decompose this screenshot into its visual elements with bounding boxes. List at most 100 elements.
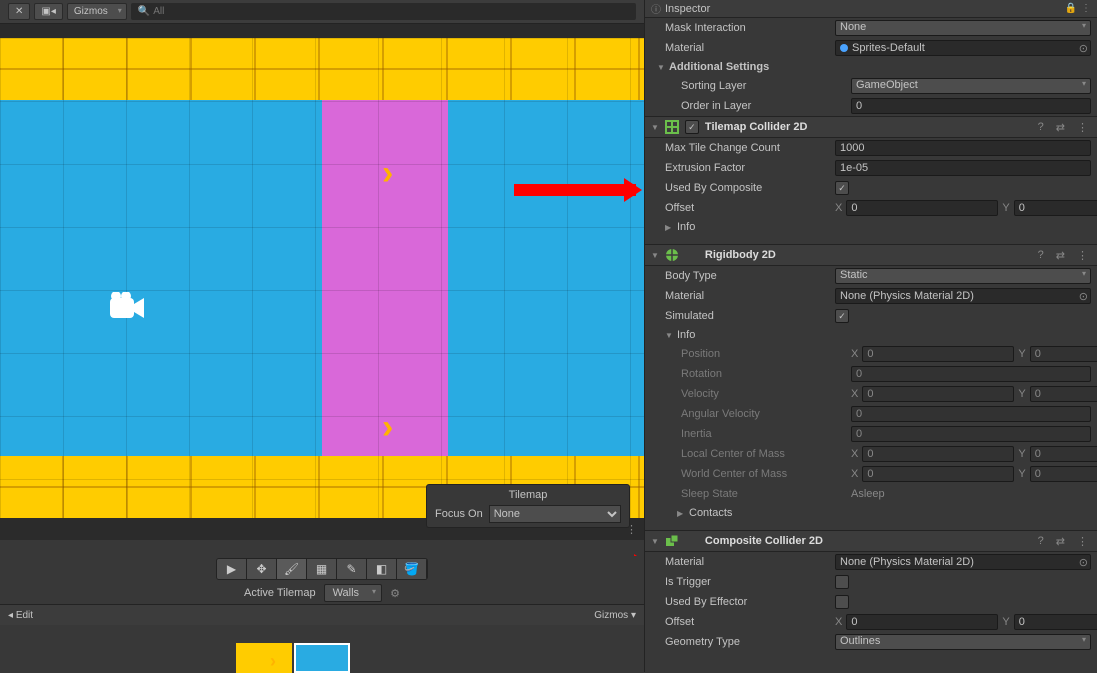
local-com-label: Local Center of Mass	[681, 448, 845, 460]
body-type-dropdown[interactable]: Static	[835, 268, 1091, 284]
velocity-x	[862, 386, 1014, 402]
used-by-effector-checkbox[interactable]	[835, 595, 849, 609]
chevron-icon: ›	[382, 408, 393, 447]
contacts-foldout[interactable]: ▶Contacts	[645, 504, 1097, 522]
preset-icon[interactable]: ⇄	[1053, 121, 1068, 134]
tools-icon[interactable]: ✕	[8, 3, 30, 20]
scene-viewport[interactable]: › › Tilemap Focus On None	[0, 24, 644, 540]
preset-icon[interactable]: ⇄	[1053, 249, 1068, 262]
sorting-layer-label: Sorting Layer	[681, 80, 845, 92]
context-menu-icon[interactable]: ⋮	[1074, 121, 1091, 134]
fill-tool[interactable]: 🪣	[397, 559, 427, 579]
simulated-checkbox[interactable]	[835, 309, 849, 323]
tilemap-collider-header[interactable]: ▼ Tilemap Collider 2D ? ⇄ ⋮	[645, 116, 1097, 138]
rb-material-field[interactable]: None (Physics Material 2D)⊙	[835, 288, 1091, 304]
palette-grid-panel: ◂ Edit Gizmos ▾ ›	[0, 604, 644, 672]
comp-offset-y-input[interactable]	[1014, 614, 1097, 630]
gizmos-dropdown[interactable]: Gizmos	[67, 3, 127, 20]
velocity-y	[1030, 386, 1097, 402]
used-by-composite-checkbox[interactable]	[835, 181, 849, 195]
component-enable-checkbox[interactable]	[685, 120, 699, 134]
edit-toggle[interactable]: ◂ Edit	[8, 610, 33, 621]
additional-settings-foldout[interactable]: ▼Additional Settings	[645, 58, 1097, 76]
palette-tile-yellow[interactable]: ›	[236, 643, 292, 673]
select-tool[interactable]: ▶	[217, 559, 247, 579]
offset-x-input[interactable]	[846, 200, 998, 216]
box-tool[interactable]: ▦	[307, 559, 337, 579]
move-tool[interactable]: ✥	[247, 559, 277, 579]
gizmos-toggle[interactable]: Gizmos ▾	[594, 610, 636, 621]
used-by-composite-label: Used By Composite	[665, 182, 829, 194]
rotation-input	[851, 366, 1091, 382]
camera-mode-button[interactable]: ▣◂	[34, 3, 62, 20]
brush-tool[interactable]: 🖌	[277, 559, 307, 579]
palette-tool-group: ▶ ✥ 🖌 ▦ ✎ ◧ 🪣	[216, 558, 428, 580]
object-picker-icon[interactable]: ⊙	[1079, 290, 1088, 303]
order-in-layer-input[interactable]	[851, 98, 1091, 114]
context-menu-icon[interactable]: ⋮	[1074, 249, 1091, 262]
gear-icon[interactable]: ⚙	[390, 587, 400, 600]
eraser-tool[interactable]: ◧	[367, 559, 397, 579]
context-menu-icon[interactable]: ⋮	[626, 523, 638, 536]
comp-offset-label: Offset	[665, 616, 829, 628]
help-icon[interactable]: ?	[1035, 535, 1047, 547]
context-menu-icon[interactable]: ⋮	[1081, 3, 1091, 14]
inspector-title: Inspector	[665, 3, 710, 15]
camera-gizmo-icon[interactable]	[102, 292, 146, 324]
max-tile-label: Max Tile Change Count	[665, 142, 829, 154]
local-com-x	[862, 446, 1014, 462]
info-foldout[interactable]: ▶Info	[645, 218, 1097, 236]
velocity-label: Velocity	[681, 388, 845, 400]
local-com-y	[1030, 446, 1097, 462]
extrusion-input[interactable]	[835, 160, 1091, 176]
extrusion-label: Extrusion Factor	[665, 162, 829, 174]
focus-on-select[interactable]: None	[489, 505, 621, 523]
scene-search-input[interactable]	[153, 6, 629, 17]
mask-interaction-dropdown[interactable]: None	[835, 20, 1091, 36]
active-tilemap-dropdown[interactable]: Walls	[324, 584, 382, 602]
composite-collider-header[interactable]: ▼ Composite Collider 2D ? ⇄ ⋮	[645, 530, 1097, 552]
world-com-x	[862, 466, 1014, 482]
context-menu-icon[interactable]: ⋮	[1074, 535, 1091, 548]
tile-palette-bar: ▶ ✥ 🖌 ▦ ✎ ◧ 🪣 Active Tilemap Walls ⚙	[0, 556, 644, 604]
active-tilemap-label: Active Tilemap	[244, 587, 316, 599]
sorting-layer-dropdown[interactable]: GameObject	[851, 78, 1091, 94]
picker-tool[interactable]: ✎	[337, 559, 367, 579]
material-field[interactable]: Sprites-Default⊙	[835, 40, 1091, 56]
inertia-label: Inertia	[681, 428, 845, 440]
info-icon: ⓘ	[651, 1, 661, 16]
inspector-header: ⓘ Inspector 🔒 ⋮	[645, 0, 1097, 18]
comp-material-field[interactable]: None (Physics Material 2D)⊙	[835, 554, 1091, 570]
max-tile-input[interactable]	[835, 140, 1091, 156]
geometry-type-dropdown[interactable]: Outlines	[835, 634, 1091, 650]
used-by-effector-label: Used By Effector	[665, 596, 829, 608]
palette-tiles[interactable]: ›	[0, 625, 644, 673]
body-type-label: Body Type	[665, 270, 829, 282]
is-trigger-checkbox[interactable]	[835, 575, 849, 589]
position-y	[1030, 346, 1097, 362]
tilemap-collider-icon	[665, 120, 679, 134]
angular-velocity-input	[851, 406, 1091, 422]
comp-offset-x-input[interactable]	[846, 614, 998, 630]
object-picker-icon[interactable]: ⊙	[1079, 556, 1088, 569]
geometry-type-label: Geometry Type	[665, 636, 829, 648]
mask-interaction-label: Mask Interaction	[665, 22, 829, 34]
lock-icon[interactable]: 🔒	[1065, 3, 1077, 14]
composite-collider-icon	[665, 534, 679, 548]
help-icon[interactable]: ?	[1035, 121, 1047, 133]
preset-icon[interactable]: ⇄	[1053, 535, 1068, 548]
rigidbody-icon	[665, 248, 679, 262]
is-trigger-label: Is Trigger	[665, 576, 829, 588]
rigidbody-header[interactable]: ▼ Rigidbody 2D ? ⇄ ⋮	[645, 244, 1097, 266]
grid-overlay	[0, 38, 644, 518]
palette-tile-blue[interactable]	[294, 643, 350, 673]
rb-info-foldout[interactable]: ▼Info	[645, 326, 1097, 344]
scene-toolbar: ✕ ▣◂ Gizmos 🔍	[0, 0, 644, 24]
comp-material-label: Material	[665, 556, 829, 568]
tilemap-overlay-panel: Tilemap Focus On None	[426, 484, 630, 528]
help-icon[interactable]: ?	[1035, 249, 1047, 261]
chevron-icon: ›	[382, 154, 393, 193]
rb-material-label: Material	[665, 290, 829, 302]
offset-y-input[interactable]	[1014, 200, 1097, 216]
object-picker-icon[interactable]: ⊙	[1079, 42, 1088, 55]
